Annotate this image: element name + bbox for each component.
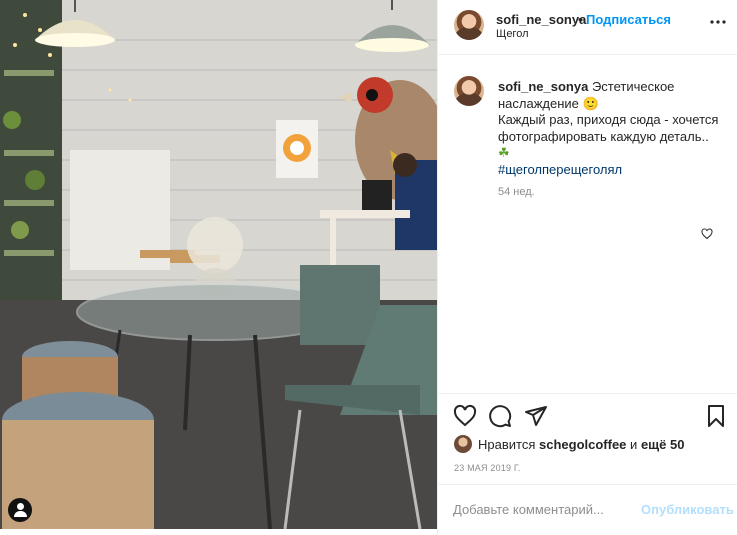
comment-input[interactable]: Добавьте комментарий...: [453, 502, 604, 517]
user-tag-icon[interactable]: [8, 498, 32, 522]
action-bar: [438, 400, 737, 432]
bookmark-icon[interactable]: [704, 404, 728, 428]
caption-avatar[interactable]: [454, 76, 484, 106]
location-link[interactable]: Щегол: [496, 28, 529, 40]
liker-username[interactable]: schegolcoffee: [539, 437, 626, 452]
caption-text: sofi_ne_sonya Эстетическое наслаждение 🙂…: [498, 79, 723, 178]
likes-and: и: [630, 436, 638, 452]
follow-button[interactable]: Подписаться: [586, 12, 671, 27]
add-comment-bar: Добавьте комментарий... Опубликовать: [438, 484, 737, 535]
likes-summary: Нравится schegolcoffee и ещё 50: [454, 434, 684, 454]
likes-prefix: Нравится: [478, 436, 536, 452]
more-icon[interactable]: [710, 14, 726, 30]
avatar[interactable]: [454, 10, 484, 40]
post-header: sofi_ne_sonya • Подписаться Щегол: [438, 0, 737, 55]
share-icon[interactable]: [524, 404, 548, 428]
cafe-photo-illustration: [0, 0, 437, 529]
caption-line2: Каждый раз, приходя сюда - хочется фотог…: [498, 112, 719, 144]
publish-button[interactable]: Опубликовать: [641, 502, 734, 517]
comments-area: sofi_ne_sonya Эстетическое наслаждение 🙂…: [438, 56, 737, 394]
heart-icon[interactable]: [701, 228, 713, 240]
separator-dot: •: [578, 12, 583, 27]
caption-time[interactable]: 54 нед.: [498, 186, 535, 198]
likes-count-link[interactable]: ещё 50: [641, 437, 685, 452]
leaf-emoji: ☘: [498, 145, 510, 160]
caption-username[interactable]: sofi_ne_sonya: [498, 79, 588, 94]
post-side-panel: sofi_ne_sonya • Подписаться Щегол sofi_n…: [437, 0, 737, 535]
heart-icon[interactable]: [453, 404, 477, 428]
smile-emoji: 🙂: [582, 95, 599, 111]
hashtag-link[interactable]: #щеголперещеголял: [498, 162, 622, 177]
post-date[interactable]: 23 МАЯ 2019 Г.: [454, 463, 521, 473]
header-username[interactable]: sofi_ne_sonya: [496, 12, 586, 27]
post-photo[interactable]: [0, 0, 437, 529]
comment-icon[interactable]: [488, 404, 512, 428]
liker-avatar[interactable]: [454, 435, 472, 453]
